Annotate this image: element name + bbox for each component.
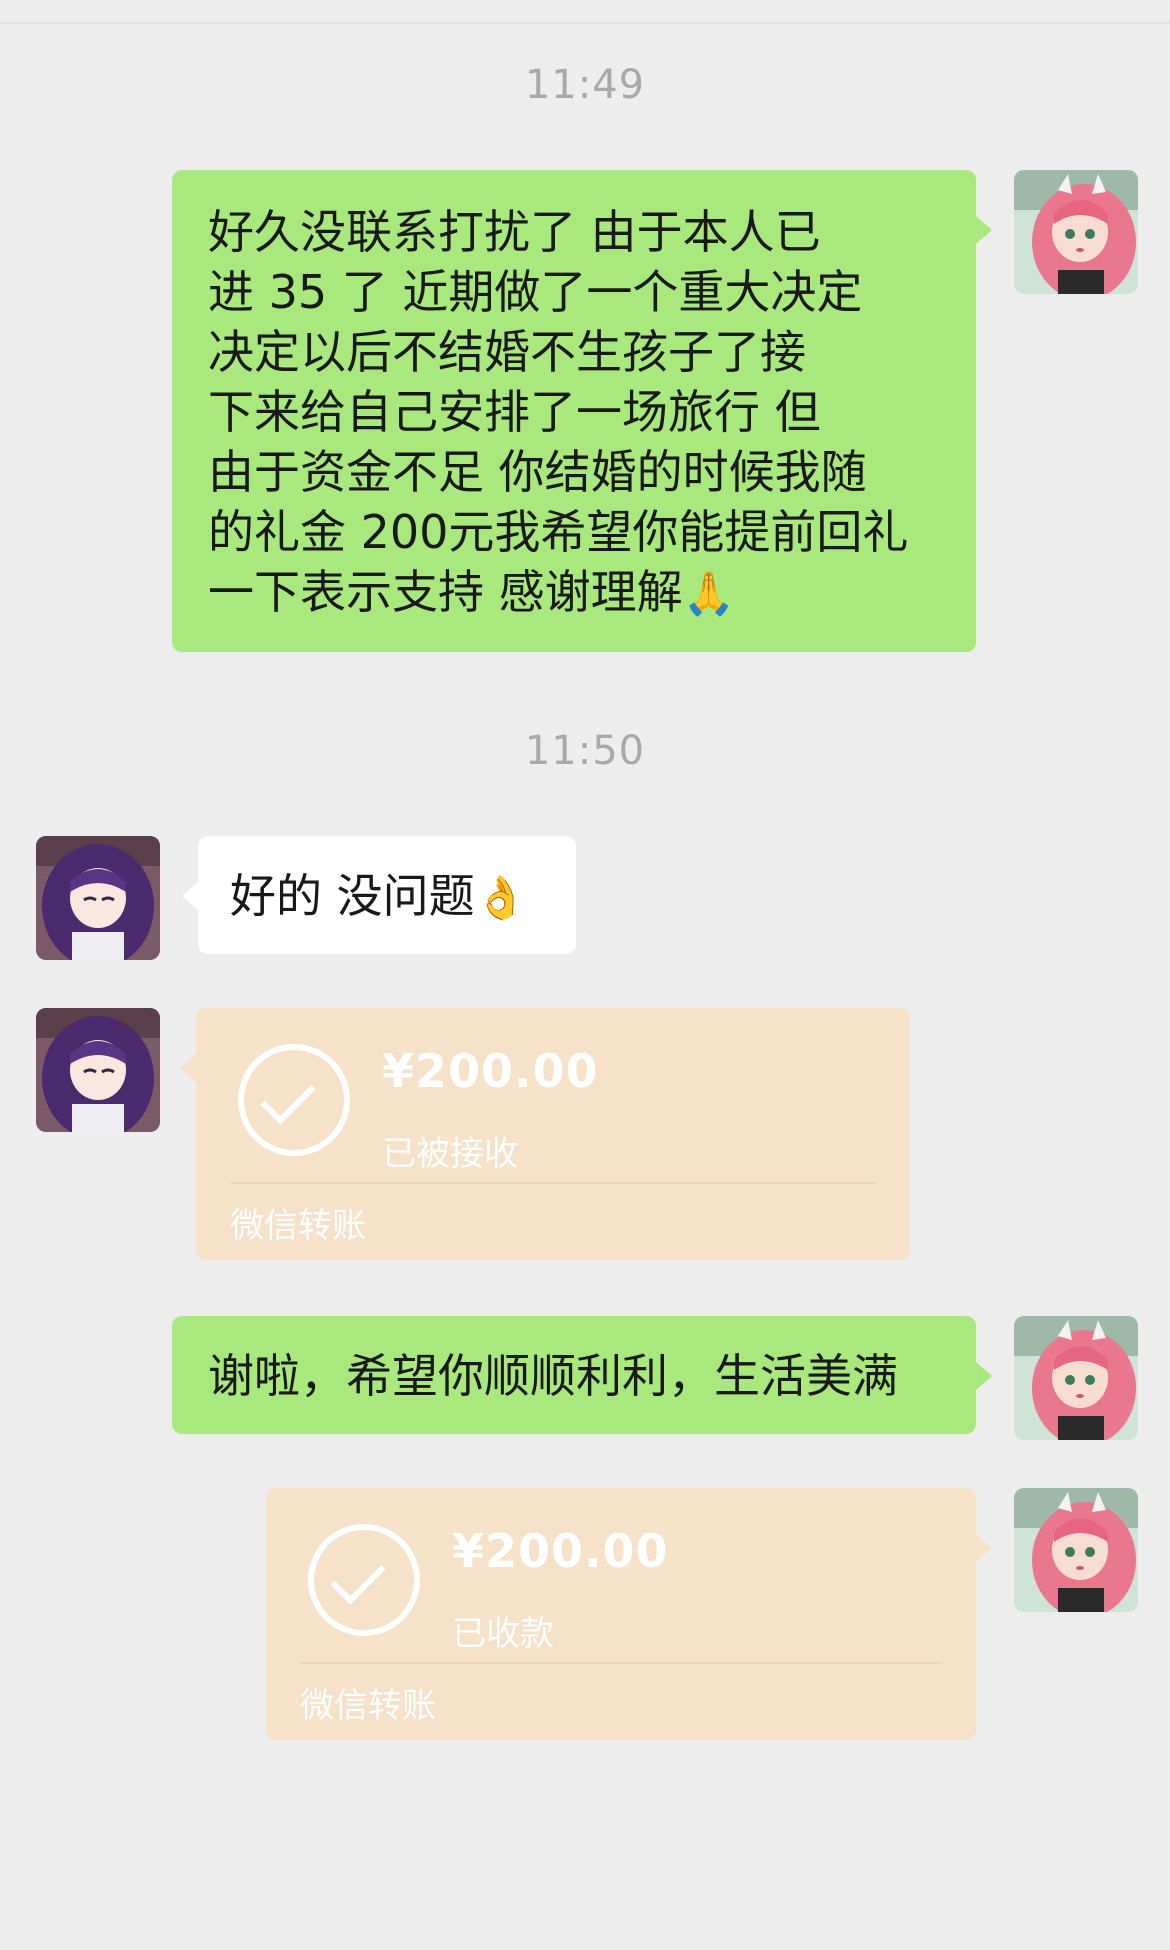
ok-hand-emoji-icon: 👌 — [474, 873, 527, 922]
transfer-amount: ¥200.00 — [382, 1044, 599, 1098]
message-text: 好的 没问题 — [230, 869, 475, 923]
purple-hair-girl-avatar-icon — [36, 1008, 160, 1132]
transfer-divider — [230, 1182, 876, 1184]
message-text: 好久没联系打扰了 由于本人已 进 35 了 近期做了一个重大决定 决定以后不结婚… — [208, 202, 946, 624]
wechat-transfer-card[interactable]: ¥200.00 已收款 微信转账 — [266, 1488, 992, 1740]
bubble-tail — [180, 1054, 196, 1082]
purple-hair-girl-avatar-icon — [36, 836, 160, 960]
check-circle-icon — [308, 1524, 420, 1636]
transfer-divider — [300, 1662, 942, 1664]
message-line: 由于资金不足 你结婚的时候我随 — [208, 445, 867, 499]
message-line: 进 35 了 近期做了一个重大决定 — [208, 265, 863, 319]
transfer-label: 微信转账 — [230, 1206, 366, 1246]
pray-emoji-icon: 🙏 — [682, 569, 735, 618]
check-circle-icon — [238, 1044, 350, 1156]
my-avatar[interactable] — [1014, 170, 1138, 294]
pink-hair-girl-avatar-icon — [1014, 170, 1138, 294]
pink-hair-girl-avatar-icon — [1014, 1316, 1138, 1440]
bubble-tail — [976, 1534, 992, 1562]
message-line: 的礼金 200元我希望你能提前回礼 — [208, 505, 909, 559]
message-line: 一下表示支持 感谢理解🙏 — [208, 562, 946, 624]
timestamp: 11:49 — [524, 62, 646, 108]
transfer-amount: ¥200.00 — [452, 1524, 669, 1578]
transfer-status: 已收款 — [452, 1614, 554, 1654]
outgoing-message-bubble[interactable]: 好久没联系打扰了 由于本人已 进 35 了 近期做了一个重大决定 决定以后不结婚… — [172, 170, 992, 652]
my-avatar[interactable] — [1014, 1316, 1138, 1440]
chat-screen: 11:49 好久没联系打扰了 由于本人已 进 35 了 近期做了一个重大决定 决… — [0, 0, 1170, 1950]
pink-hair-girl-avatar-icon — [1014, 1488, 1138, 1612]
transfer-status: 已被接收 — [382, 1134, 518, 1174]
contact-avatar[interactable] — [36, 836, 160, 960]
outgoing-message-bubble[interactable]: 谢啦，希望你顺顺利利，生活美满 — [172, 1316, 992, 1434]
message-line: 好久没联系打扰了 由于本人已 — [208, 205, 821, 259]
bubble-tail — [976, 1362, 992, 1390]
timestamp: 11:50 — [524, 728, 646, 774]
message-line: 决定以后不结婚不生孩子了接 — [208, 325, 806, 379]
contact-avatar[interactable] — [36, 1008, 160, 1132]
bubble-tail — [182, 882, 198, 910]
message-line: 下来给自己安排了一场旅行 但 — [208, 385, 821, 439]
header-divider — [0, 22, 1170, 24]
bubble-tail — [976, 216, 992, 244]
message-text: 谢啦，希望你顺顺利利，生活美满 — [208, 1349, 898, 1403]
incoming-message-bubble[interactable]: 好的 没问题👌 — [182, 836, 576, 954]
wechat-transfer-card[interactable]: ¥200.00 已被接收 微信转账 — [180, 1008, 910, 1260]
my-avatar[interactable] — [1014, 1488, 1138, 1612]
message-line-text: 一下表示支持 感谢理解 — [208, 565, 683, 619]
transfer-label: 微信转账 — [300, 1686, 436, 1726]
